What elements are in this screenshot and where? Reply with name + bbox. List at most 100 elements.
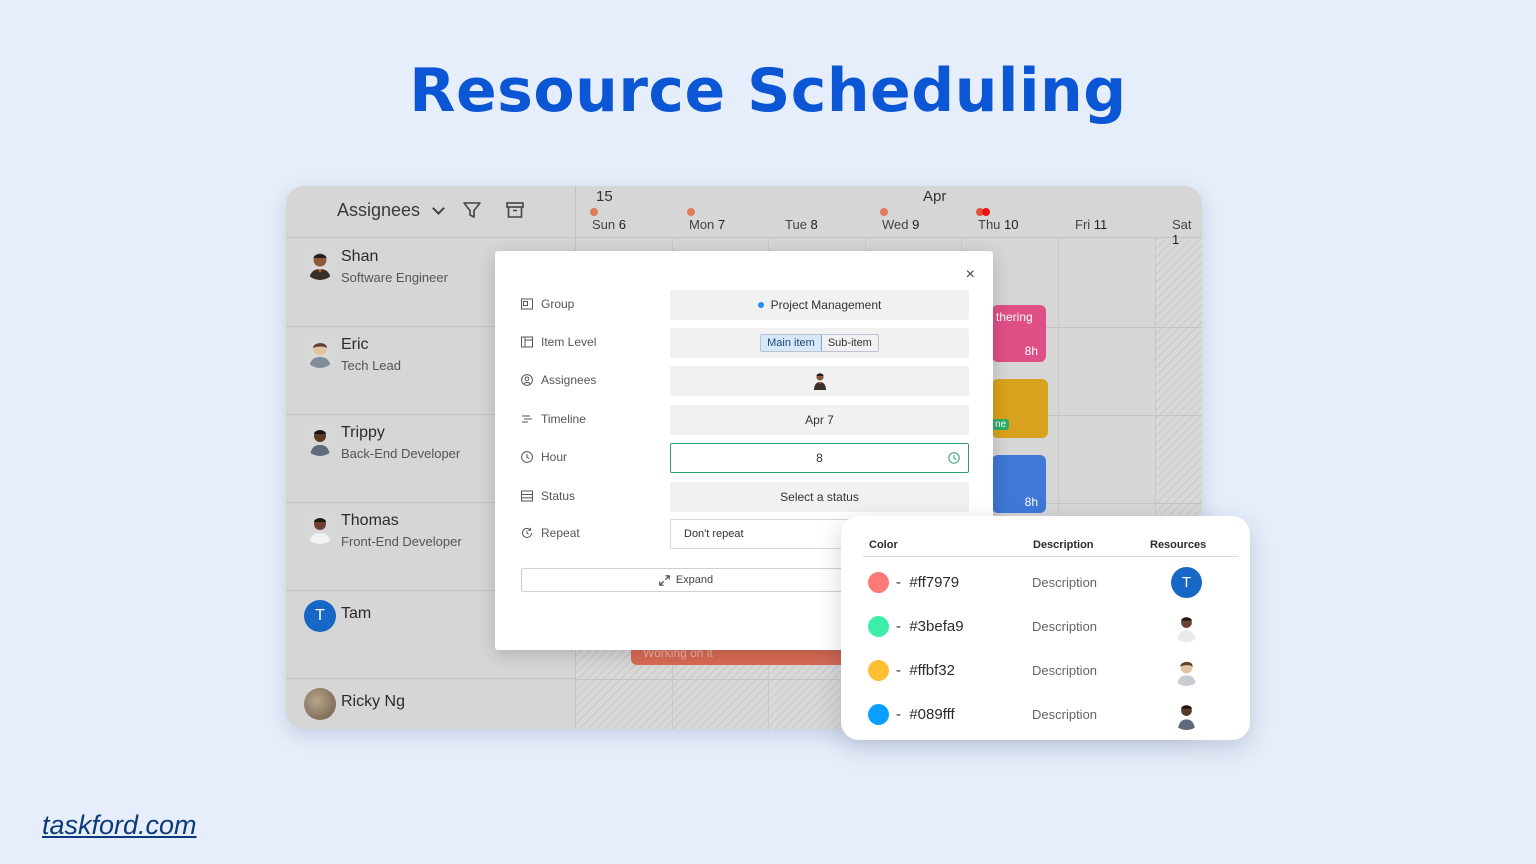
group-value: Project Management (770, 298, 882, 312)
resource-avatar[interactable] (1171, 699, 1202, 730)
assignees-field: Assignees (521, 366, 969, 396)
page-headline: Resource Scheduling (409, 56, 1127, 126)
main-item-option[interactable]: Main item (761, 335, 822, 351)
status-select[interactable]: Select a status (670, 482, 969, 512)
color-hex: - #3befa9 (896, 618, 964, 635)
hex-dash: - (896, 662, 901, 679)
day-name: Thu (978, 217, 1001, 232)
event-hours: 8h (1024, 344, 1038, 358)
filter-icon[interactable] (462, 200, 482, 220)
header-divider (863, 556, 1238, 557)
item-level-toggle: Main item Sub-item (760, 334, 879, 352)
day-date: 11 (1093, 217, 1108, 232)
hour-label: Hour (521, 450, 567, 464)
repeat-icon (522, 527, 532, 538)
group-label-text: Group (541, 297, 575, 311)
group-icon (521, 298, 533, 310)
color-row[interactable]: - #ffbf32 Description (841, 655, 1250, 700)
color-row[interactable]: - #3befa9 Description (841, 611, 1250, 656)
close-icon[interactable]: × (966, 266, 975, 284)
expand-button[interactable]: Expand (521, 568, 851, 592)
color-resource-card: Color Description Resources - #ff7979 De… (841, 516, 1250, 740)
day-name: Wed (882, 217, 909, 232)
avatar (304, 688, 336, 720)
event-dot (880, 208, 888, 216)
color-column-header: Color (869, 539, 898, 551)
color-hex: - #ffbf32 (896, 662, 955, 679)
resources-column-header: Resources (1150, 539, 1207, 551)
schedule-event[interactable]: 8h (992, 455, 1046, 513)
assignees-label-text: Assignees (541, 373, 597, 387)
site-link[interactable]: taskford.com (42, 810, 197, 841)
expand-icon (659, 574, 670, 586)
group-select[interactable]: Project Management (670, 290, 969, 320)
repeat-label-text: Repeat (541, 526, 580, 540)
avatar (813, 373, 826, 390)
resource-avatar[interactable] (1171, 655, 1202, 686)
assignee-name: Eric (341, 336, 369, 353)
schedule-event[interactable]: ne (992, 379, 1048, 438)
day-header[interactable]: Thu 10 (978, 217, 1019, 232)
timeline-label: Timeline (521, 412, 586, 426)
assignees-dropdown-label: Assignees (337, 200, 421, 220)
scheduler-toolbar: Assignees (286, 186, 575, 238)
assignee-name: Tam (341, 605, 372, 622)
assignee-name: Ricky Ng (341, 693, 406, 710)
color-swatch[interactable] (868, 616, 889, 637)
avatar: T (304, 600, 336, 632)
color-hex: - #089fff (896, 706, 955, 723)
assignees-label: Assignees (521, 373, 596, 387)
assignee-role: Tech Lead (341, 358, 401, 373)
hex-dash: - (896, 574, 901, 591)
item-level-control: Main item Sub-item (670, 328, 969, 358)
resource-avatar[interactable] (1171, 611, 1202, 642)
status-label: Status (521, 489, 575, 503)
hex-value: #ffbf32 (909, 662, 955, 679)
color-row[interactable]: - #ff7979 Description T (841, 567, 1250, 612)
event-label: ne (992, 419, 1010, 430)
timeline-picker[interactable]: Apr 7 (670, 405, 969, 435)
day-date: 10 (1004, 217, 1019, 232)
clock-icon[interactable] (948, 452, 960, 464)
item-level-label: Item Level (521, 335, 596, 349)
assignee-name: Thomas (341, 512, 399, 529)
event-dot (590, 208, 598, 216)
assignee-row[interactable]: Ricky Ng (286, 679, 576, 729)
hex-value: #089fff (909, 706, 955, 723)
day-name: Sat (1172, 217, 1192, 232)
color-description[interactable]: Description (1032, 619, 1097, 634)
day-date: 6 (618, 217, 626, 232)
color-hex: - #ff7979 (896, 574, 959, 591)
day-header[interactable]: Sat 1 (1172, 217, 1202, 247)
color-swatch[interactable] (868, 704, 889, 725)
day-date: 1 (1172, 232, 1180, 247)
archive-icon[interactable] (505, 200, 525, 220)
hour-input[interactable]: 8 (670, 443, 969, 473)
assignees-dropdown[interactable]: Assignees (337, 200, 445, 221)
day-name: Sun (592, 217, 616, 232)
clock-icon (521, 451, 533, 463)
color-description[interactable]: Description (1032, 575, 1097, 590)
day-header[interactable]: Wed 9 (882, 217, 919, 232)
hour-field: Hour 8 (521, 443, 969, 473)
timeline-icon (522, 415, 532, 423)
color-swatch[interactable] (868, 572, 889, 593)
event-dot (982, 208, 990, 216)
item-level-field: Item Level Main item Sub-item (521, 328, 969, 358)
hex-value: #3befa9 (909, 618, 964, 635)
resource-avatar[interactable]: T (1171, 567, 1202, 598)
day-header[interactable]: Sun 6 (592, 217, 626, 232)
day-header[interactable]: Mon 7 (689, 217, 725, 232)
color-description[interactable]: Description (1032, 707, 1097, 722)
sub-item-option[interactable]: Sub-item (822, 335, 878, 351)
color-row[interactable]: - #089fff Description (841, 699, 1250, 744)
color-description[interactable]: Description (1032, 663, 1097, 678)
timeline-field: Timeline Apr 7 (521, 405, 969, 435)
color-swatch[interactable] (868, 660, 889, 681)
avatar (304, 336, 336, 368)
day-header[interactable]: Tue 8 (785, 217, 818, 232)
day-header[interactable]: Fri 11 (1075, 217, 1107, 232)
description-column-header: Description (1033, 539, 1094, 551)
assignees-picker[interactable] (670, 366, 969, 396)
schedule-event[interactable]: thering 8h (992, 305, 1046, 362)
